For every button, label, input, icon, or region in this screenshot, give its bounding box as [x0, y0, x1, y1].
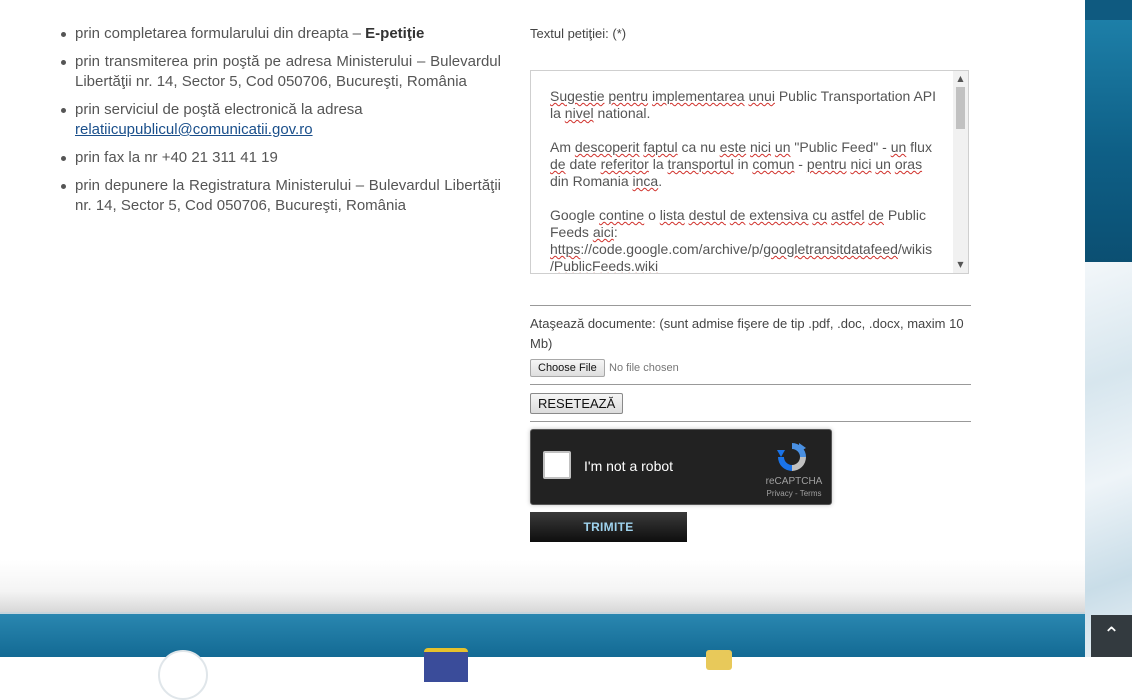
- word: din Romania: [550, 173, 629, 189]
- list-item: prin serviciul de poştă electronică la a…: [59, 100, 501, 140]
- list-item: prin completarea formularului din dreapt…: [59, 24, 501, 44]
- recaptcha-checkbox[interactable]: [543, 451, 571, 479]
- word: inca: [632, 173, 659, 189]
- word: pentru: [608, 88, 649, 104]
- word: referitor: [600, 156, 649, 172]
- recaptcha-brand: reCAPTCHA: [765, 476, 823, 487]
- word: aici: [592, 224, 614, 240]
- list-item: prin transmiterea prin poştă pe adresa M…: [59, 52, 501, 92]
- government-emblem-icon[interactable]: [158, 650, 208, 700]
- scroll-to-top-button[interactable]: ⌃: [1091, 615, 1132, 657]
- coat-of-arms-icon[interactable]: [706, 650, 732, 670]
- word: de: [868, 207, 884, 223]
- divider: [530, 384, 971, 385]
- recaptcha-logo-icon: [777, 443, 806, 471]
- word: este: [719, 139, 747, 155]
- recaptcha-links[interactable]: Privacy - Terms: [749, 489, 839, 498]
- petition-paragraph-2: Am descoperit faptul ca nu este nici un …: [550, 139, 938, 190]
- word: destul: [688, 207, 726, 223]
- word: faptul: [643, 139, 678, 155]
- divider: [530, 305, 971, 306]
- petition-label: Textul petiţiei: (*): [530, 26, 627, 41]
- word: de: [729, 207, 746, 223]
- word: nivel: [564, 105, 594, 121]
- word: national.: [597, 105, 651, 121]
- file-status: No file chosen: [609, 362, 679, 374]
- word: de: [550, 156, 566, 172]
- strip-lower: [1085, 262, 1132, 657]
- word: o: [648, 207, 656, 223]
- strip-top: [1085, 0, 1132, 20]
- footer: [0, 612, 1085, 700]
- url-part: PublicFeeds.wiki: [553, 258, 659, 274]
- word: astfel: [831, 207, 865, 223]
- word: un: [890, 139, 907, 155]
- word: cu: [812, 207, 828, 223]
- scroll-thumb[interactable]: [956, 87, 965, 129]
- word: date: [569, 156, 597, 172]
- chevron-up-icon: ⌃: [1103, 622, 1120, 646]
- list-item: prin depunere la Registratura Ministerul…: [59, 176, 501, 216]
- list-item-text: prin depunere la Registratura Ministerul…: [75, 177, 501, 214]
- choose-file-button[interactable]: Choose File: [530, 359, 605, 377]
- petition-text: Sugestie pentru implementarea unui Publi…: [550, 88, 938, 274]
- word: nici: [750, 139, 772, 155]
- url-part: googletransitdatafeed: [763, 241, 898, 257]
- word: pentru: [806, 156, 847, 172]
- list-item-text: prin fax la nr +40 21 311 41 19: [75, 149, 278, 166]
- attach-label: Ataşează documente: (sunt admise fişere …: [530, 316, 964, 351]
- word: extensiva: [749, 207, 809, 223]
- reset-button[interactable]: RESETEAZĂ: [530, 393, 624, 414]
- scroll-down-arrow-icon[interactable]: ▼: [953, 259, 968, 271]
- word: un: [774, 139, 791, 155]
- word: ca nu: [681, 139, 716, 155]
- petition-paragraph-1: Sugestie pentru implementarea unui Publi…: [550, 88, 938, 122]
- word: implementarea: [651, 88, 745, 104]
- textarea-scrollbar[interactable]: ▲ ▼: [953, 71, 968, 273]
- footer-shadow: [0, 560, 1085, 612]
- word: "Public Feed" -: [794, 139, 887, 155]
- submit-button[interactable]: TRIMITE: [530, 512, 687, 542]
- word: Sugestie: [550, 88, 605, 104]
- scroll-up-arrow-icon[interactable]: ▲: [953, 73, 968, 85]
- word: transportul: [667, 156, 734, 172]
- list-item-text: prin serviciul de poştă electronică la a…: [75, 101, 363, 118]
- list-item: prin fax la nr +40 21 311 41 19: [59, 148, 501, 168]
- word: Google: [550, 207, 596, 223]
- word: .: [658, 173, 663, 189]
- word: Am: [550, 139, 571, 155]
- word: in: [737, 156, 749, 172]
- list-item-text: prin completarea formularului din dreapt…: [75, 25, 366, 42]
- url-part: https: [550, 241, 581, 257]
- word: contine: [599, 207, 645, 223]
- petition-textarea[interactable]: Sugestie pentru implementarea unui Publi…: [530, 70, 969, 274]
- contact-methods-list: prin completarea formularului din dreapt…: [59, 24, 501, 224]
- word: comun: [752, 156, 795, 172]
- email-link[interactable]: relatiicupublicul@comunicatii.gov.ro: [75, 121, 313, 138]
- recaptcha-widget: I'm not a robot reCAPTCHA Privacy - Term…: [530, 429, 832, 505]
- word: flux: [910, 139, 932, 155]
- divider: [530, 421, 971, 422]
- word: -: [798, 156, 803, 172]
- word: un: [875, 156, 891, 172]
- word: :: [613, 224, 618, 240]
- word: oras: [894, 156, 923, 172]
- word: la: [652, 156, 664, 172]
- word: descoperit: [574, 139, 640, 155]
- strip-band: [1085, 20, 1132, 262]
- list-item-bold: E-petiţie: [365, 25, 425, 42]
- word: nici: [850, 156, 872, 172]
- word: lista: [659, 207, 685, 223]
- word: unui: [748, 88, 775, 104]
- url-part: ://code.google.com/archive/p/: [580, 241, 764, 257]
- right-decorative-strip: [1085, 0, 1132, 657]
- eu-emblem-icon[interactable]: [424, 648, 468, 682]
- petition-paragraph-3: Google contine o lista destul de extensi…: [550, 207, 938, 274]
- list-item-text: prin transmiterea prin poştă pe adresa M…: [75, 53, 501, 90]
- recaptcha-label: I'm not a robot: [584, 458, 674, 474]
